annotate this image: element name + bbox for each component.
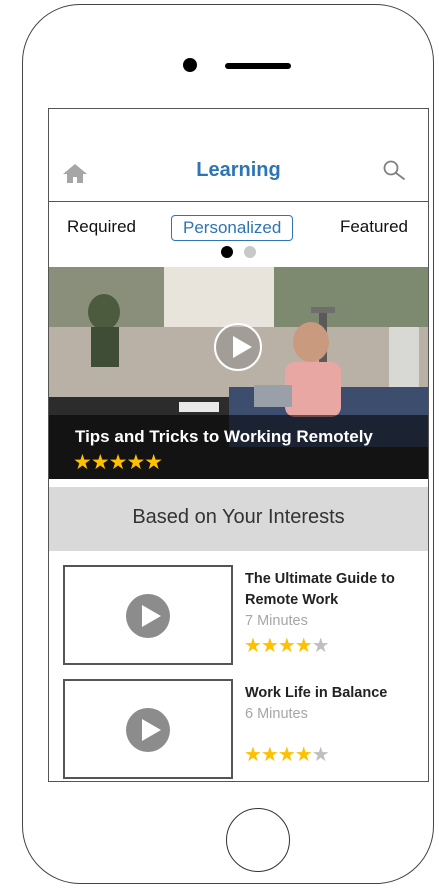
rating-stars-empty: ★	[311, 744, 330, 766]
hero-rating: ★★★★★	[73, 451, 163, 474]
app-screen: Learning Required Personalized Featured	[48, 108, 429, 782]
play-icon[interactable]	[126, 708, 170, 752]
section-header: Based on Your Interests	[49, 487, 428, 551]
front-camera	[183, 58, 197, 72]
course-duration: 6 Minutes	[245, 706, 308, 722]
course-duration: 7 Minutes	[245, 613, 308, 629]
app-header: Learning	[49, 109, 428, 201]
tab-personalized[interactable]: Personalized	[171, 215, 294, 241]
carousel-dot-active[interactable]	[221, 246, 233, 258]
video-thumbnail[interactable]	[63, 565, 233, 665]
rating-stars-filled: ★★★★	[244, 744, 313, 766]
rating-stars-empty: ★	[311, 635, 330, 657]
course-title[interactable]: Work Life in Balance	[245, 683, 423, 704]
course-title[interactable]: The Ultimate Guide to Remote Work	[245, 569, 423, 611]
featured-video-card[interactable]: Tips and Tricks to Working Remotely ★★★★…	[49, 267, 428, 479]
video-thumbnail[interactable]	[63, 679, 233, 779]
speaker-grille	[225, 63, 291, 69]
tab-featured[interactable]: Featured	[340, 217, 408, 237]
section-title: Based on Your Interests	[132, 506, 345, 528]
tab-required[interactable]: Required	[67, 217, 136, 237]
device-home-button[interactable]	[226, 808, 290, 872]
course-item[interactable]: The Ultimate Guide to Remote Work 7 Minu…	[49, 565, 428, 667]
carousel-dot[interactable]	[244, 246, 256, 258]
page-title: Learning	[196, 159, 281, 181]
hero-caption: Tips and Tricks to Working Remotely ★★★★…	[49, 415, 428, 479]
play-icon[interactable]	[214, 323, 262, 371]
course-item[interactable]: Work Life in Balance 6 Minutes ★★★★★	[49, 679, 428, 781]
course-rating: ★★★★★	[244, 744, 330, 766]
search-icon[interactable]	[382, 159, 406, 183]
course-rating: ★★★★★	[244, 635, 330, 657]
hero-title: Tips and Tricks to Working Remotely	[75, 427, 373, 446]
play-icon[interactable]	[126, 594, 170, 638]
tab-bar: Required Personalized Featured	[49, 201, 428, 271]
rating-stars-filled: ★★★★	[244, 635, 313, 657]
